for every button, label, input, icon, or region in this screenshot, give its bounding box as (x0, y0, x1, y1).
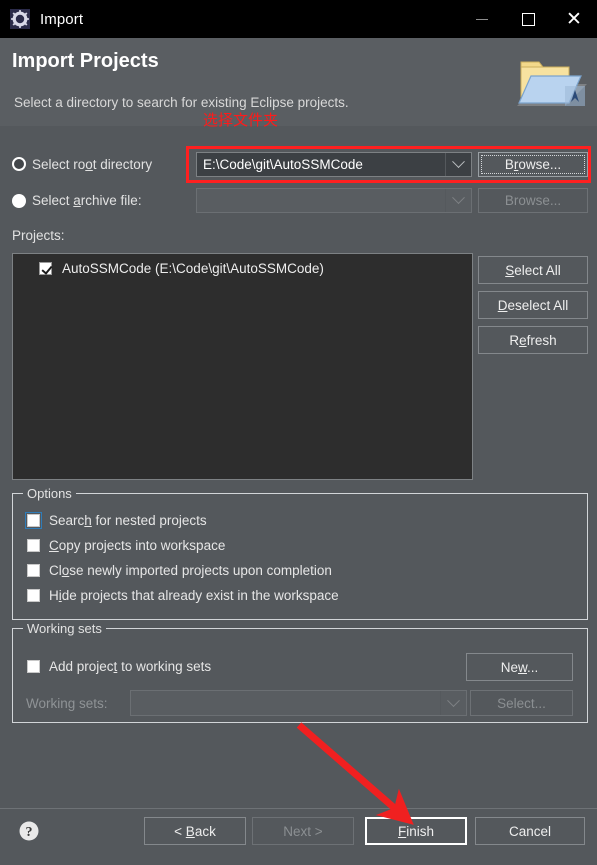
eclipse-gear-icon (9, 8, 31, 30)
deselect-all-label: Deselect All (497, 297, 569, 313)
next-label: Next > (283, 823, 323, 839)
add-project-to-working-sets-label: Add project to working sets (49, 659, 212, 674)
options-group-title: Options (23, 486, 76, 501)
root-directory-combo[interactable]: E:\Code\git\AutoSSMCode (196, 152, 472, 177)
radio-select-root-directory[interactable] (12, 157, 26, 171)
working-sets-group-title: Working sets (23, 621, 106, 636)
option-hide-existing-checkbox[interactable] (27, 589, 40, 602)
finish-label: Finish (397, 823, 434, 839)
projects-list[interactable]: AutoSSMCode (E:\Code\git\AutoSSMCode) (12, 253, 473, 480)
label-select-archive-file: Select archive file: (32, 193, 142, 208)
title-bar: Import ✕ (0, 0, 597, 38)
annotation-select-folder-text: 选择文件夹 (203, 111, 279, 129)
wizard-header: Import Projects Select a directory to se… (0, 38, 597, 126)
close-button[interactable]: ✕ (551, 0, 597, 38)
cancel-button[interactable]: Cancel (475, 817, 585, 845)
option-close-imported[interactable]: Close newly imported projects upon compl… (27, 563, 332, 578)
working-sets-combo-label: Working sets: (26, 696, 108, 711)
chevron-down-icon (440, 691, 466, 715)
chevron-down-icon[interactable] (445, 153, 471, 176)
minimize-icon (476, 18, 488, 20)
help-icon[interactable]: ? (18, 820, 40, 842)
next-button: Next > (252, 817, 354, 845)
select-all-label: Select All (505, 262, 561, 278)
browse-root-directory-button[interactable]: Browse... (478, 152, 588, 177)
page-title: Import Projects (12, 50, 159, 72)
cancel-label: Cancel (508, 823, 552, 839)
deselect-all-button[interactable]: Deselect All (478, 291, 588, 319)
refresh-button[interactable]: Refresh (478, 326, 588, 354)
chevron-down-icon (445, 189, 471, 212)
option-copy-projects-checkbox[interactable] (27, 539, 40, 552)
browse-archive-file-button: Browse... (478, 188, 588, 213)
select-all-button[interactable]: Select All (478, 256, 588, 284)
table-row[interactable]: AutoSSMCode (E:\Code\git\AutoSSMCode) (39, 261, 324, 276)
option-hide-existing-label: Hide projects that already exist in the … (49, 588, 339, 603)
projects-label: Projects: (12, 228, 65, 243)
finish-button[interactable]: Finish (365, 817, 467, 845)
options-group: Options Search for nested projects Copy … (12, 486, 588, 620)
option-copy-projects[interactable]: Copy projects into workspace (27, 538, 225, 553)
maximize-button[interactable] (505, 0, 551, 38)
back-label: < Back (174, 823, 216, 839)
select-working-set-label: Select... (497, 695, 546, 711)
option-close-imported-checkbox[interactable] (27, 564, 40, 577)
add-project-to-working-sets-checkbox[interactable] (27, 660, 40, 673)
option-hide-existing[interactable]: Hide projects that already exist in the … (27, 588, 339, 603)
browse-archive-file-label: Browse... (504, 193, 562, 208)
label-select-root-directory: Select root directory (32, 157, 153, 172)
project-label: AutoSSMCode (E:\Code\git\AutoSSMCode) (62, 261, 324, 276)
project-checkbox[interactable] (39, 262, 52, 275)
minimize-button[interactable] (459, 0, 505, 38)
footer-separator (0, 808, 597, 809)
maximize-icon (521, 12, 535, 26)
working-sets-combo (130, 690, 467, 716)
import-projects-dialog: Import ✕ Import Projects Select a direct… (0, 0, 597, 865)
new-working-set-button[interactable]: New... (466, 653, 573, 681)
option-copy-projects-label: Copy projects into workspace (49, 538, 226, 553)
option-search-nested-checkbox[interactable] (25, 512, 42, 529)
option-close-imported-label: Close newly imported projects upon compl… (49, 563, 332, 578)
window-controls: ✕ (459, 0, 597, 38)
archive-file-combo (196, 188, 472, 213)
root-directory-value: E:\Code\git\AutoSSMCode (203, 157, 363, 172)
option-search-nested[interactable]: Search for nested projects (25, 512, 207, 529)
add-project-to-working-sets-row[interactable]: Add project to working sets (27, 659, 211, 674)
new-working-set-label: New... (500, 659, 539, 675)
page-description: Select a directory to search for existin… (14, 95, 349, 110)
import-folder-icon (509, 46, 589, 116)
svg-text:?: ? (26, 825, 33, 840)
option-search-nested-label: Search for nested projects (49, 513, 207, 528)
close-icon: ✕ (566, 7, 582, 30)
back-button[interactable]: < Back (144, 817, 246, 845)
refresh-label: Refresh (509, 332, 557, 348)
window-title: Import (40, 10, 84, 28)
select-working-set-button: Select... (470, 690, 573, 716)
radio-select-archive-file[interactable] (12, 194, 26, 208)
